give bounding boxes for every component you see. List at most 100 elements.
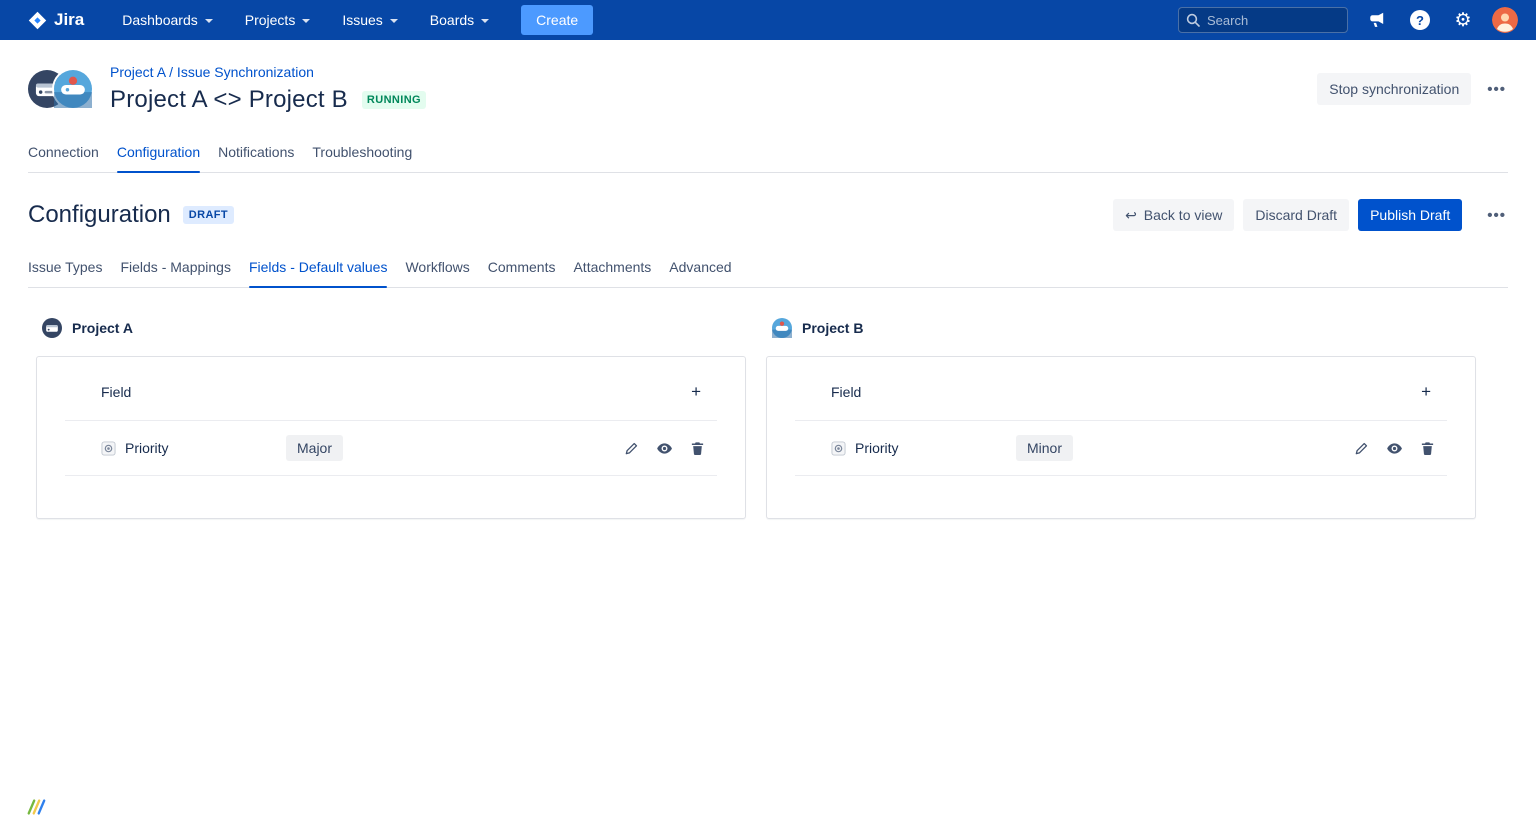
configuration-more-button[interactable]: ••• [1485, 203, 1508, 228]
jira-brand[interactable]: Jira [28, 10, 84, 30]
page-title: Project A <> Project B [110, 86, 348, 114]
configuration-title: Configuration [28, 201, 171, 229]
nav-label: Projects [245, 12, 296, 28]
header-actions: Stop synchronization ••• [1317, 73, 1508, 105]
header-more-button[interactable]: ••• [1485, 77, 1508, 102]
subtab-advanced[interactable]: Advanced [669, 259, 731, 287]
nav-item-issues[interactable]: Issues [342, 12, 397, 28]
nav-label: Dashboards [122, 12, 198, 28]
default-values-panels: Project A Field + Priority Major [36, 318, 1476, 519]
sync-avatar-pair [28, 69, 96, 109]
chevron-down-icon [302, 19, 310, 23]
getint-logo [26, 797, 46, 822]
discard-draft-button[interactable]: Discard Draft [1243, 199, 1349, 231]
configuration-tabbar: Issue Types Fields - Mappings Fields - D… [28, 259, 1508, 288]
chevron-down-icon [205, 19, 213, 23]
help-icon: ? [1410, 10, 1430, 30]
field-name-label: Priority [125, 440, 169, 456]
divider [65, 475, 717, 476]
tab-connection[interactable]: Connection [28, 144, 99, 172]
panel-project-name: Project B [802, 320, 863, 336]
delete-field-button[interactable] [688, 439, 707, 458]
configuration-header: Configuration DRAFT ↩ Back to view Discar… [0, 199, 1536, 231]
draft-badge: DRAFT [183, 206, 234, 224]
nav-item-boards[interactable]: Boards [430, 12, 489, 28]
create-button[interactable]: Create [521, 5, 593, 35]
nav-label: Issues [342, 12, 382, 28]
field-column-header: Field [831, 384, 861, 400]
more-icon: ••• [1487, 81, 1506, 98]
configuration-actions: ↩ Back to view Discard Draft Publish Draf… [1113, 199, 1508, 231]
back-arrow-icon: ↩ [1125, 207, 1137, 223]
pencil-icon [1354, 441, 1369, 456]
eye-icon [656, 440, 673, 457]
pencil-icon [624, 441, 639, 456]
jira-logo-icon [28, 11, 47, 30]
field-name: Priority [831, 440, 1016, 456]
title-block: Project A / Issue Synchronization Projec… [110, 64, 426, 114]
add-field-button[interactable]: + [1415, 381, 1437, 402]
nav-item-projects[interactable]: Projects [245, 12, 311, 28]
search-icon [1186, 13, 1200, 27]
default-value-chip: Major [286, 435, 343, 461]
tab-troubleshooting[interactable]: Troubleshooting [312, 144, 412, 172]
tab-configuration[interactable]: Configuration [117, 144, 200, 172]
panel-project-b: Project B Field + Priority Minor [766, 318, 1476, 519]
back-to-view-button[interactable]: ↩ Back to view [1113, 199, 1234, 231]
help-button[interactable]: ? [1406, 6, 1434, 34]
row-actions [622, 438, 707, 459]
settings-button[interactable]: ⚙ [1449, 6, 1477, 34]
subtab-issue-types[interactable]: Issue Types [28, 259, 102, 287]
trash-icon [690, 441, 705, 456]
fields-card: Field + Priority Major [36, 356, 746, 519]
back-to-view-label: Back to view [1144, 207, 1223, 223]
delete-field-button[interactable] [1418, 439, 1437, 458]
nav-label: Boards [430, 12, 474, 28]
gear-icon: ⚙ [1454, 11, 1471, 30]
field-row: Priority Minor [767, 421, 1475, 475]
app-window: Jira Dashboards Projects Issues Boards C… [0, 0, 1536, 830]
breadcrumb[interactable]: Project A / Issue Synchronization [110, 64, 314, 80]
fields-card-header: Field + [37, 357, 745, 420]
search-box [1178, 7, 1348, 33]
panel-project-a-title: Project A [42, 318, 746, 338]
subtab-comments[interactable]: Comments [488, 259, 556, 287]
nav-item-dashboards[interactable]: Dashboards [122, 12, 213, 28]
main-tabbar: Connection Configuration Notifications T… [28, 144, 1508, 173]
panel-project-b-title: Project B [772, 318, 1476, 338]
view-field-button[interactable] [654, 438, 675, 459]
panel-project-name: Project A [72, 320, 133, 336]
divider [795, 475, 1447, 476]
subtab-attachments[interactable]: Attachments [573, 259, 651, 287]
edit-field-button[interactable] [1352, 439, 1371, 458]
priority-field-icon [831, 441, 846, 456]
user-avatar[interactable] [1492, 7, 1518, 33]
subtab-fields-mappings[interactable]: Fields - Mappings [120, 259, 231, 287]
view-field-button[interactable] [1384, 438, 1405, 459]
edit-field-button[interactable] [622, 439, 641, 458]
default-value-chip: Minor [1016, 435, 1073, 461]
search-input[interactable] [1178, 7, 1348, 33]
top-navbar: Jira Dashboards Projects Issues Boards C… [0, 0, 1536, 40]
fields-card-header: Field + [767, 357, 1475, 420]
add-field-button[interactable]: + [685, 381, 707, 402]
brand-label: Jira [54, 10, 84, 30]
status-badge: RUNNING [362, 91, 426, 109]
subtab-fields-default-values[interactable]: Fields - Default values [249, 259, 388, 287]
eye-icon [1386, 440, 1403, 457]
feedback-button[interactable] [1363, 6, 1391, 34]
row-actions [1352, 438, 1437, 459]
field-row: Priority Major [37, 421, 745, 475]
field-name-label: Priority [855, 440, 899, 456]
feedback-icon [1368, 11, 1386, 29]
page-header: Project A / Issue Synchronization Projec… [0, 40, 1536, 114]
publish-draft-button[interactable]: Publish Draft [1358, 199, 1462, 231]
project-b-avatar-icon [54, 70, 92, 108]
panel-project-a: Project A Field + Priority Major [36, 318, 746, 519]
chevron-down-icon [481, 19, 489, 23]
user-avatar-icon [1492, 7, 1518, 33]
subtab-workflows[interactable]: Workflows [405, 259, 469, 287]
stop-synchronization-button[interactable]: Stop synchronization [1317, 73, 1471, 105]
tab-notifications[interactable]: Notifications [218, 144, 294, 172]
trash-icon [1420, 441, 1435, 456]
